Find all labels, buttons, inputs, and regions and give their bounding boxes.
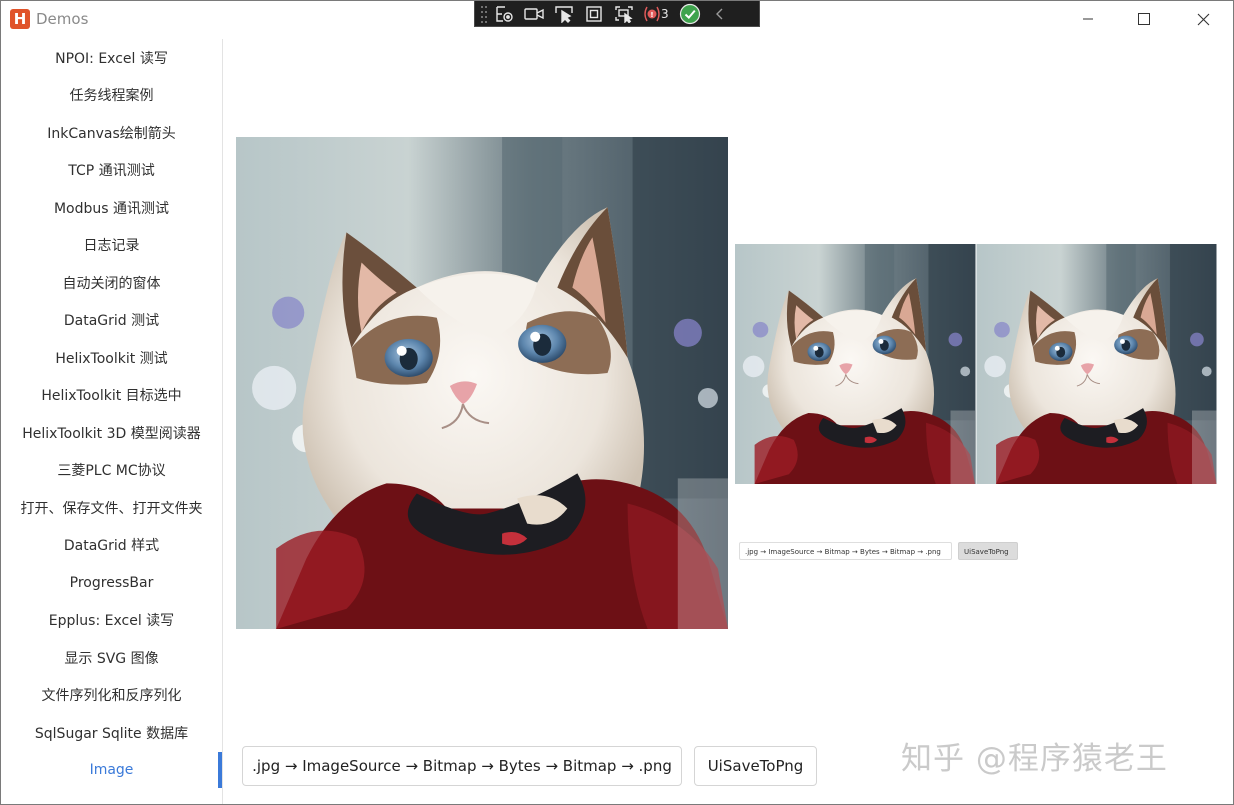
track-focus-icon <box>615 5 633 23</box>
sidebar-item-task-thread[interactable]: 任务线程案例 <box>1 77 222 114</box>
debug-toolbar: ! 3 <box>474 1 760 27</box>
preview-save-button: UiSaveToPng <box>958 542 1018 560</box>
close-icon <box>1197 13 1209 25</box>
active-item-indicator <box>218 752 222 788</box>
sidebar-item-image[interactable]: Image <box>1 752 222 789</box>
sidebar-item-logging[interactable]: 日志记录 <box>1 227 222 264</box>
sidebar: NPOI: Excel 读写 任务线程案例 InkCanvas绘制箭头 TCP … <box>1 39 223 804</box>
preview-convert-button: .jpg → ImageSource → Bitmap → Bytes → Bi… <box>739 542 952 560</box>
sidebar-item-helixtoolkit-selection[interactable]: HelixToolkit 目标选中 <box>1 377 222 414</box>
select-element-button[interactable] <box>549 1 579 27</box>
sidebar-item-auto-close-window[interactable]: 自动关闭的窗体 <box>1 264 222 301</box>
svg-text:!: ! <box>650 11 653 19</box>
binding-error-icon: ! <box>644 6 660 21</box>
sidebar-item-npoi-excel[interactable]: NPOI: Excel 读写 <box>1 39 222 76</box>
preview-image-right <box>976 244 1217 484</box>
sidebar-item-datagrid-style[interactable]: DataGrid 样式 <box>1 527 222 564</box>
camera-icon <box>524 7 544 20</box>
maximize-button[interactable] <box>1121 1 1167 37</box>
layout-adorner-button[interactable] <box>579 1 609 27</box>
sidebar-item-svg-image[interactable]: 显示 SVG 图像 <box>1 639 222 676</box>
sidebar-item-modbus-test[interactable]: Modbus 通讯测试 <box>1 189 222 226</box>
live-visual-tree-button[interactable] <box>489 1 519 27</box>
cat-photo-small-right <box>976 244 1217 484</box>
grip-icon[interactable] <box>479 4 489 24</box>
sidebar-item-helixtoolkit-test[interactable]: HelixToolkit 测试 <box>1 339 222 376</box>
minimize-icon <box>1083 18 1093 20</box>
sidebar-item-file-dialogs[interactable]: 打开、保存文件、打开文件夹 <box>1 489 222 526</box>
cat-photo-small-left <box>735 244 975 484</box>
title-bar: H Demos ! 3 <box>1 1 1233 39</box>
convert-image-button[interactable]: .jpg → ImageSource → Bitmap → Bytes → Bi… <box>242 746 682 786</box>
sidebar-item-progressbar[interactable]: ProgressBar <box>1 564 222 601</box>
check-circle-icon <box>679 3 700 24</box>
preview-image-left <box>735 244 975 484</box>
sidebar-item-tcp-test[interactable]: TCP 通讯测试 <box>1 152 222 189</box>
sidebar-item-helixtoolkit-3d-reader[interactable]: HelixToolkit 3D 模型阅读器 <box>1 414 222 451</box>
track-focus-button[interactable] <box>609 1 639 27</box>
collapse-toolbar-button[interactable] <box>705 1 735 27</box>
minimize-button[interactable] <box>1065 1 1111 37</box>
sidebar-item-serialization[interactable]: 文件序列化和反序列化 <box>1 677 222 714</box>
record-button[interactable] <box>519 1 549 27</box>
save-to-png-button[interactable]: UiSaveToPng <box>694 746 817 786</box>
sidebar-item-epplus-excel[interactable]: Epplus: Excel 读写 <box>1 602 222 639</box>
binding-error-count: 3 <box>661 6 669 21</box>
sidebar-item-mitsubishi-plc[interactable]: 三菱PLC MC协议 <box>1 452 222 489</box>
sidebar-item-inkcanvas-arrow[interactable]: InkCanvas绘制箭头 <box>1 114 222 151</box>
large-image <box>236 137 728 629</box>
watermark: 知乎 @程序猿老王 <box>901 741 1168 777</box>
select-element-icon <box>555 5 573 23</box>
sidebar-item-datagrid-test[interactable]: DataGrid 测试 <box>1 302 222 339</box>
preview-divider <box>975 244 976 484</box>
cat-photo <box>236 137 728 629</box>
app-logo-icon: H <box>10 9 30 29</box>
main-content: .jpg → ImageSource → Bitmap → Bytes → Bi… <box>223 39 1233 804</box>
sidebar-item-sqlsugar-sqlite[interactable]: SqlSugar Sqlite 数据库 <box>1 714 222 751</box>
adorner-icon <box>586 5 602 22</box>
hot-reload-status-button[interactable] <box>675 1 705 27</box>
window-title: Demos <box>36 10 89 28</box>
rendered-preview <box>735 244 1217 484</box>
maximize-icon <box>1138 13 1150 25</box>
app-window: H Demos ! 3 NPOI: Excel 读写 任务线程案例 InkCan… <box>0 0 1234 805</box>
visual-tree-icon <box>496 5 513 22</box>
close-button[interactable] <box>1180 1 1226 37</box>
chevron-left-icon <box>715 8 723 19</box>
